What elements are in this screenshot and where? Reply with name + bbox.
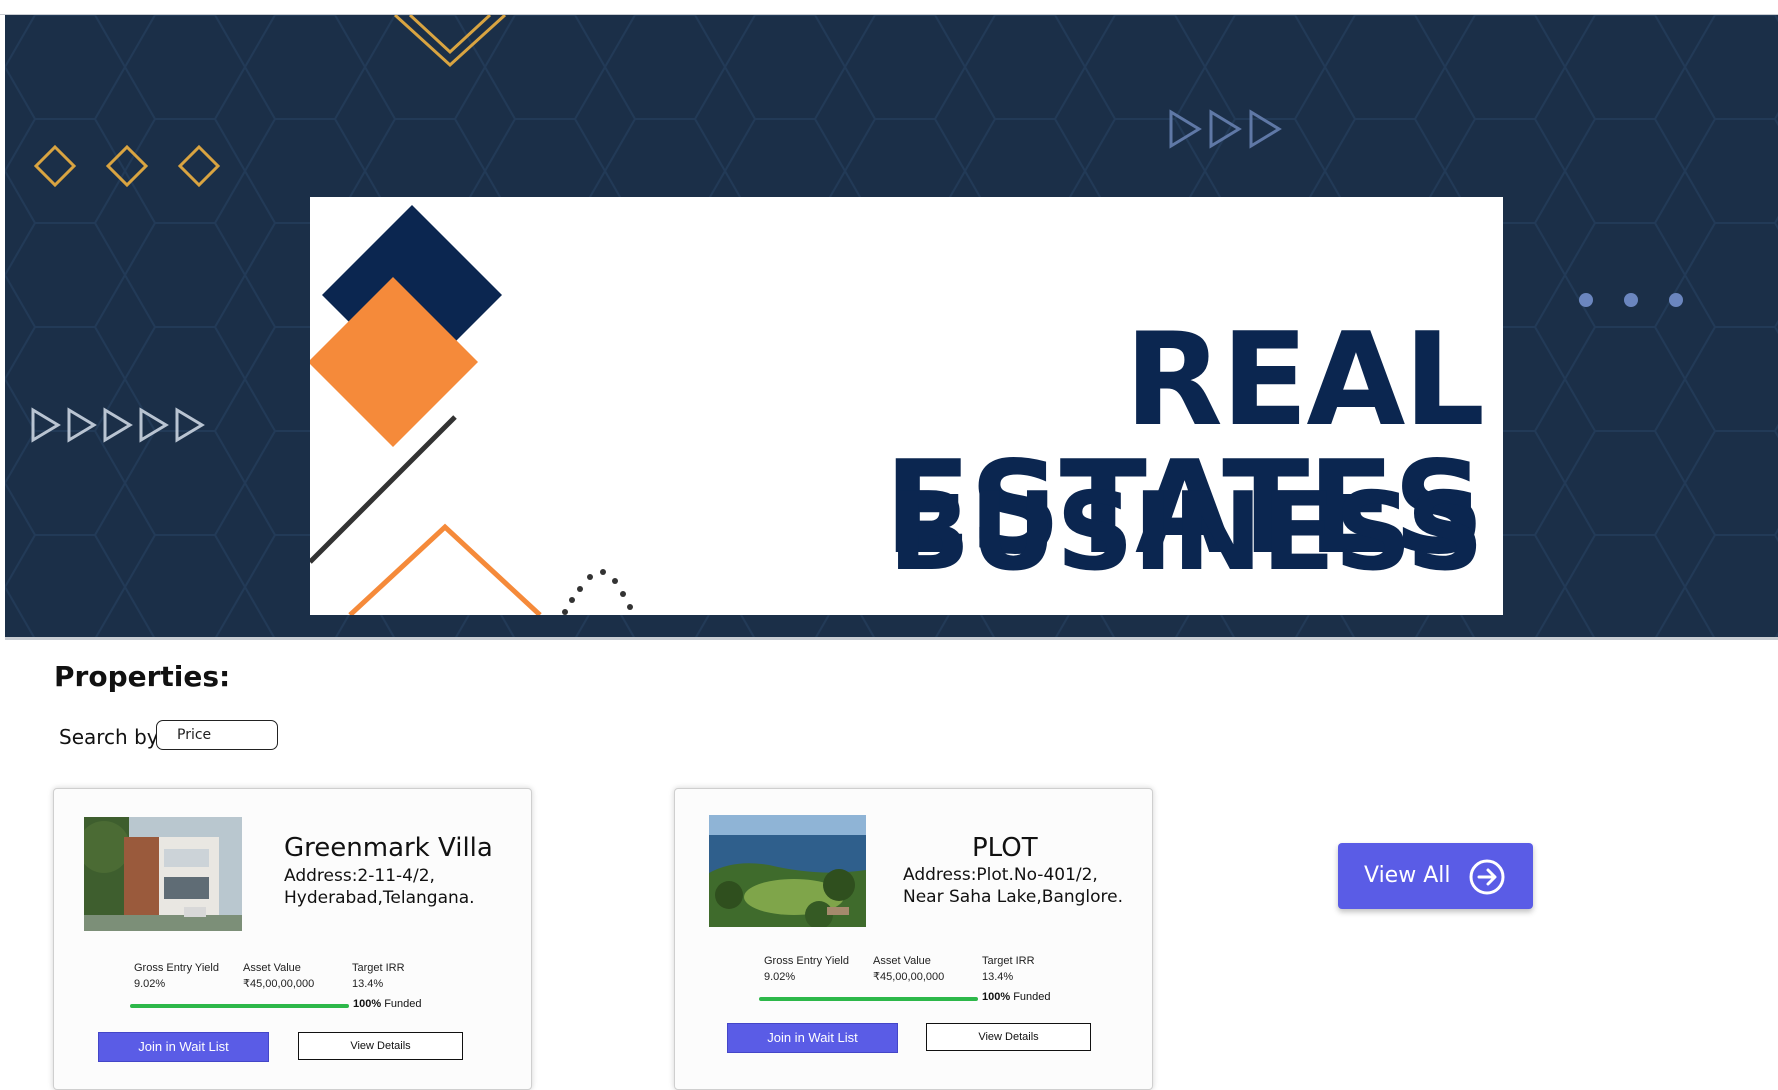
property-address-line2: Hyderabad,Telangana. [284,888,475,908]
property-card: Greenmark Villa Address:2-11-4/2, Hydera… [53,788,532,1090]
view-details-button[interactable]: View Details [298,1032,463,1060]
funded-status: 100% Funded [982,991,1051,1003]
view-details-button[interactable]: View Details [926,1023,1091,1051]
funded-status: 100% Funded [353,998,422,1010]
property-address-line2: Near Saha Lake,Banglore. [903,887,1124,907]
funding-progress-bar [759,997,978,1001]
property-image-plot [709,815,866,927]
view-all-label: View All [1364,863,1451,888]
gross-entry-yield: Gross Entry Yield 9.02% [134,962,219,990]
business-banner: REAL ESTATES BUSINESS [310,197,1503,615]
view-all-button[interactable]: View All [1338,843,1533,909]
join-wait-list-button[interactable]: Join in Wait List [727,1023,898,1053]
top-bar [0,0,1778,15]
search-filter-input[interactable]: Price [156,720,278,750]
target-irr: Target IRR 13.4% [352,962,405,990]
arrow-right-circle-icon [1469,859,1505,895]
gross-entry-yield: Gross Entry Yield 9.02% [764,955,849,983]
join-wait-list-button[interactable]: Join in Wait List [98,1032,269,1062]
property-address-line1: Address:2-11-4/2, [284,866,435,886]
hero-section: REAL ESTATES BUSINESS [5,15,1778,640]
target-irr: Target IRR 13.4% [982,955,1035,983]
banner-subtitle: BUSINESS [888,470,1484,595]
section-title: Properties: [54,660,231,693]
funding-progress-bar [130,1004,349,1008]
property-address-line1: Address:Plot.No-401/2, [903,865,1098,885]
property-image-villa [84,817,242,931]
asset-value: Asset Value ₹45,00,00,000 [243,962,315,990]
property-name: Greenmark Villa [284,833,493,863]
property-name: PLOT [972,833,1038,863]
property-card: PLOT Address:Plot.No-401/2, Near Saha La… [674,788,1153,1090]
asset-value: Asset Value ₹45,00,00,000 [873,955,945,983]
search-label: Search by : [59,725,172,749]
